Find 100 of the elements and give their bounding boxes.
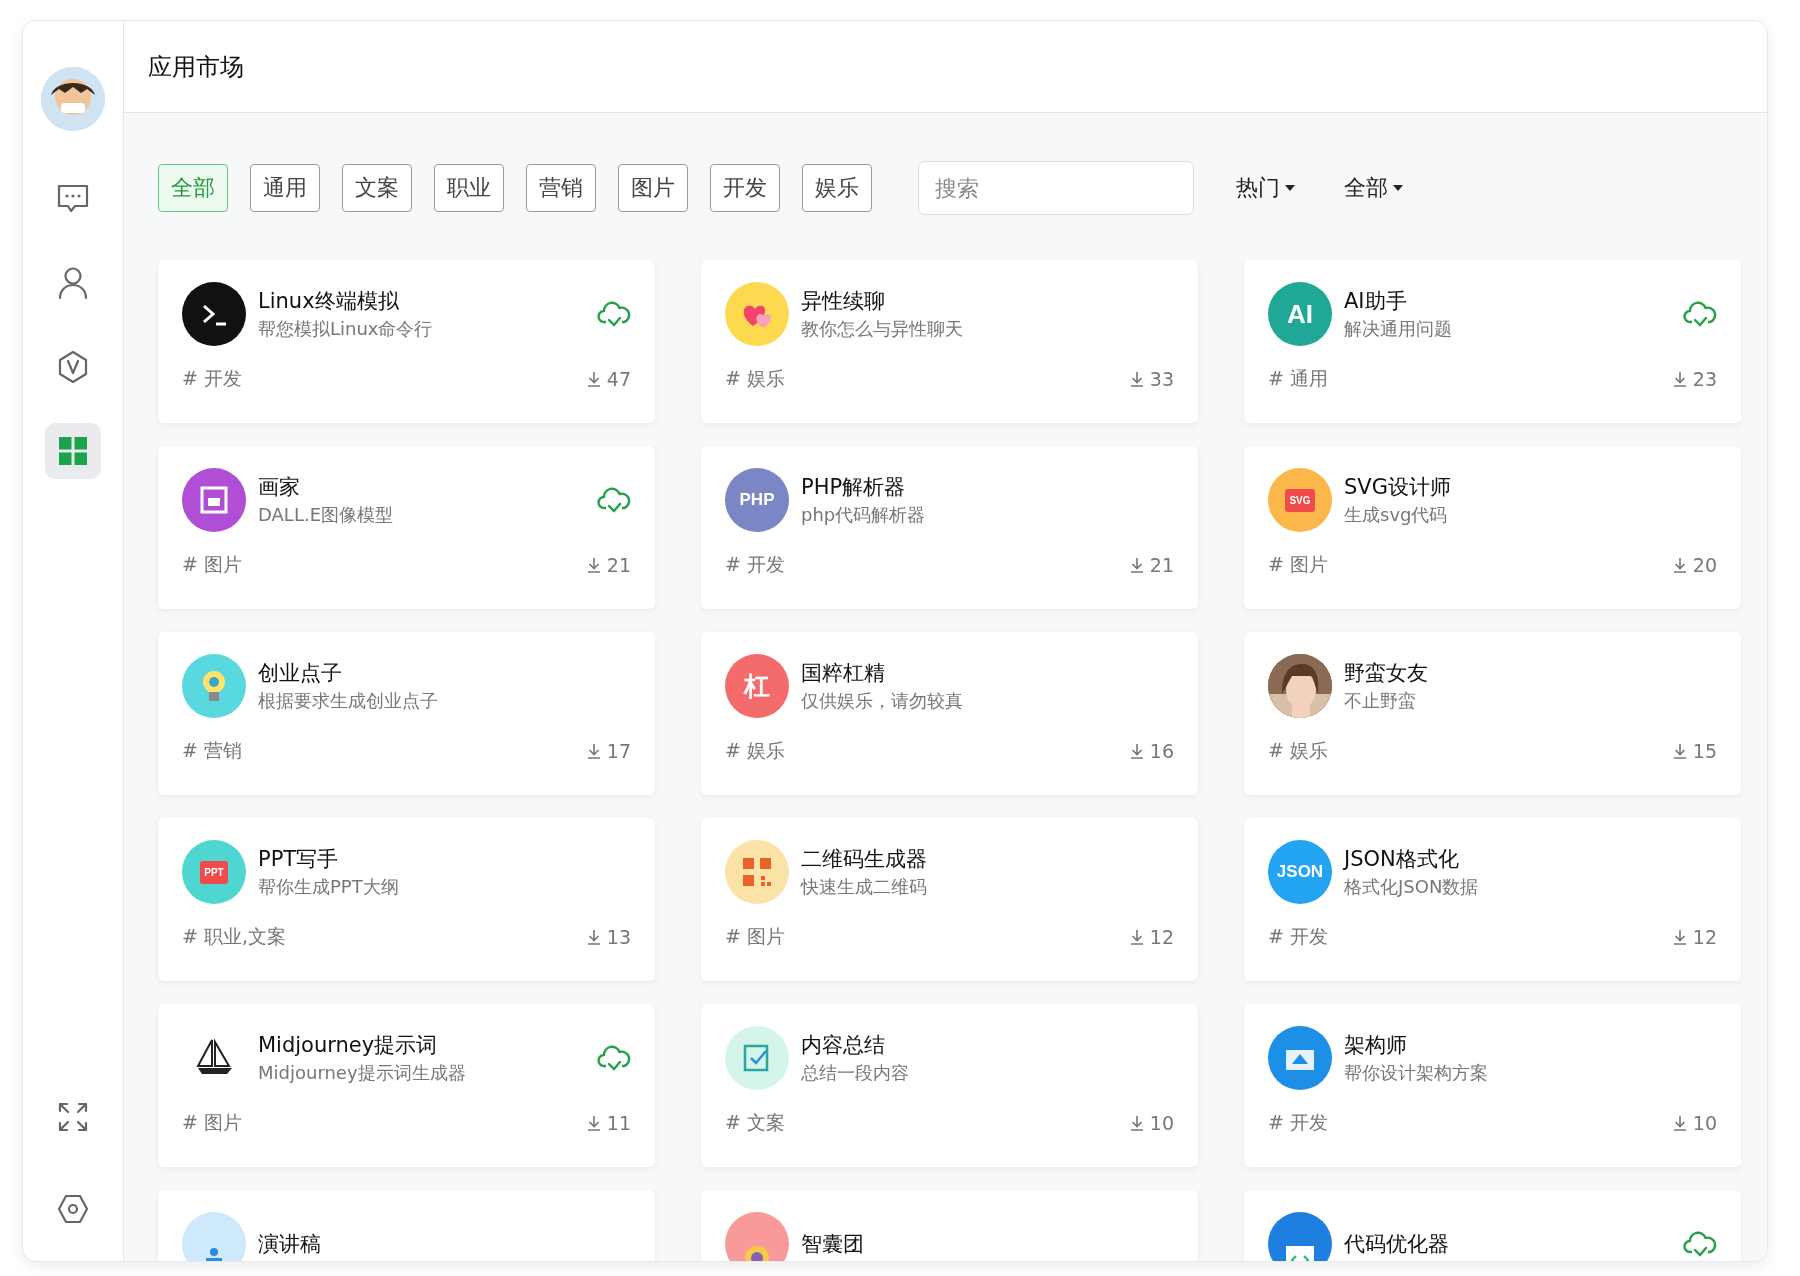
download-icon	[1672, 929, 1687, 945]
app-card[interactable]: SVG SVG设计师 生成svg代码 # 图片 20	[1244, 446, 1741, 609]
category-tab[interactable]: 营销	[526, 164, 596, 212]
app-card[interactable]: 二维码生成器 快速生成二维码 # 图片 12	[701, 818, 1198, 981]
app-avatar: AI	[1268, 282, 1332, 346]
app-avatar: 杠	[725, 654, 789, 718]
app-description: Midjourney提示词生成器	[258, 1061, 467, 1085]
download-icon	[1129, 929, 1144, 945]
app-description: 根据要求生成创业点子	[258, 689, 439, 713]
app-tag: # 娱乐	[725, 738, 785, 764]
search-field[interactable]: 搜索	[918, 161, 1194, 215]
hexagon-v-icon	[57, 350, 89, 384]
app-description: 格式化JSON数据	[1344, 875, 1480, 899]
cloud-check-icon[interactable]	[1683, 300, 1717, 328]
app-name: Linux终端模拟	[258, 288, 400, 315]
download-count: 16	[1129, 740, 1174, 762]
download-count: 11	[586, 1112, 631, 1134]
sort-dropdown[interactable]: 热门	[1230, 173, 1302, 203]
app-card[interactable]: 架构师 帮你设计架构方案 # 开发 10	[1244, 1004, 1741, 1167]
download-count: 21	[586, 554, 631, 576]
app-tag: # 文案	[725, 1110, 785, 1136]
app-tag: # 娱乐	[1268, 738, 1328, 764]
app-description: 生成svg代码	[1344, 503, 1449, 527]
app-card[interactable]: 异性续聊 教你怎么与异性聊天 # 娱乐 33	[701, 260, 1198, 423]
app-card[interactable]: JSON JSON格式化 格式化JSON数据 # 开发 12	[1244, 818, 1741, 981]
category-tab[interactable]: 职业	[434, 164, 504, 212]
download-icon	[1129, 743, 1144, 759]
app-name: 架构师	[1344, 1032, 1408, 1059]
app-card[interactable]: 杠 国粹杠精 仅供娱乐，请勿较真 # 娱乐 16	[701, 632, 1198, 795]
download-count: 10	[1129, 1112, 1174, 1134]
app-tag: # 开发	[1268, 924, 1328, 950]
app-tag: # 开发	[1268, 1110, 1328, 1136]
file-avatar: PPT	[182, 840, 246, 904]
app-name: 演讲稿	[258, 1231, 322, 1258]
cloud-check-icon[interactable]	[597, 300, 631, 328]
app-name: 国粹杠精	[801, 660, 886, 687]
cloud-check-icon[interactable]	[1683, 1230, 1717, 1258]
app-avatar: PHP	[725, 468, 789, 532]
app-name: PHP解析器	[801, 474, 907, 501]
app-name: Midjourney提示词	[258, 1032, 439, 1059]
category-tab[interactable]: 娱乐	[802, 164, 872, 212]
sidebar-item[interactable]	[45, 423, 101, 479]
download-icon	[586, 371, 601, 387]
app-description: 帮你设计架构方案	[1344, 1061, 1489, 1085]
app-name: 内容总结	[801, 1032, 886, 1059]
app-card[interactable]: 智囊团	[701, 1190, 1198, 1261]
app-card[interactable]: 内容总结 总结一段内容 # 文案 10	[701, 1004, 1198, 1167]
app-card[interactable]: 演讲稿	[158, 1190, 655, 1261]
app-description: 仅供娱乐，请勿较真	[801, 689, 964, 713]
cloud-check-icon[interactable]	[597, 486, 631, 514]
file-avatar: SVG	[1268, 468, 1332, 532]
download-count: 33	[1129, 368, 1174, 390]
user-icon	[58, 266, 88, 300]
app-card[interactable]: Midjourney提示词 Midjourney提示词生成器 # 图片 11	[158, 1004, 655, 1167]
category-tab[interactable]: 通用	[250, 164, 320, 212]
caret-icon	[1284, 184, 1296, 192]
app-tag: # 图片	[182, 552, 242, 578]
download-count: 10	[1672, 1112, 1717, 1134]
download-count: 17	[586, 740, 631, 762]
app-card[interactable]: Linux终端模拟 帮您模拟Linux命令行 # 开发 47	[158, 260, 655, 423]
settings-icon	[57, 1193, 89, 1225]
cloud-check-icon[interactable]	[597, 1044, 631, 1072]
app-card[interactable]: 创业点子 根据要求生成创业点子 # 营销 17	[158, 632, 655, 795]
download-icon	[1672, 371, 1687, 387]
app-card[interactable]: 代码优化器	[1244, 1190, 1741, 1261]
app-name: 异性续聊	[801, 288, 886, 315]
app-tag: # 图片	[182, 1110, 242, 1136]
app-tag: # 职业,文案	[182, 924, 286, 950]
download-icon	[1129, 371, 1144, 387]
download-count: 12	[1672, 926, 1717, 948]
download-count: 47	[586, 368, 631, 390]
download-icon	[586, 1115, 601, 1131]
app-name: 代码优化器	[1344, 1231, 1450, 1258]
app-description: php代码解析器	[801, 503, 927, 527]
download-icon	[1129, 1115, 1144, 1131]
download-icon	[1672, 1115, 1687, 1131]
download-count: 13	[586, 926, 631, 948]
category-tab[interactable]: 图片	[618, 164, 688, 212]
app-name: 智囊团	[801, 1231, 865, 1258]
sort-dropdown[interactable]: 全部	[1338, 173, 1410, 203]
app-description: DALL.E图像模型	[258, 503, 394, 527]
app-card[interactable]: 野蛮女友 不止野蛮 # 娱乐 15	[1244, 632, 1741, 795]
app-tag: # 开发	[725, 552, 785, 578]
app-tag: # 图片	[1268, 552, 1328, 578]
app-name: 野蛮女友	[1344, 660, 1429, 687]
download-count: 20	[1672, 554, 1717, 576]
app-card[interactable]: PPT PPT写手 帮你生成PPT大纲 # 职业,文案 13	[158, 818, 655, 981]
app-card[interactable]: AI AI助手 解决通用问题 # 通用 23	[1244, 260, 1741, 423]
app-card[interactable]: 画家 DALL.E图像模型 # 图片 21	[158, 446, 655, 609]
category-tab[interactable]: 文案	[342, 164, 412, 212]
download-icon	[1672, 743, 1687, 759]
caret-icon	[1392, 184, 1404, 192]
app-name: JSON格式化	[1344, 846, 1460, 873]
app-description: 帮你生成PPT大纲	[258, 875, 400, 899]
category-tab[interactable]: 开发	[710, 164, 780, 212]
download-count: 21	[1129, 554, 1174, 576]
app-tag: # 图片	[725, 924, 785, 950]
app-name: 画家	[258, 474, 301, 501]
app-card[interactable]: PHP PHP解析器 php代码解析器 # 开发 21	[701, 446, 1198, 609]
download-count: 23	[1672, 368, 1717, 390]
